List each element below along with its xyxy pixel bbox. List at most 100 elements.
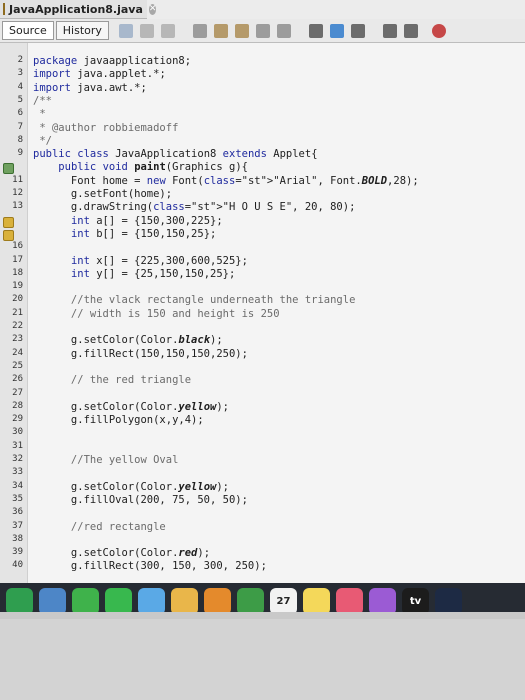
forward-icon[interactable] <box>160 23 175 38</box>
preview-icon[interactable] <box>39 587 66 612</box>
line-number: 23 <box>12 334 23 345</box>
line-number: 7 <box>17 121 23 132</box>
code-line[interactable]: //The yellow Oval <box>33 454 178 466</box>
find-icon[interactable] <box>192 23 207 38</box>
source-tab[interactable]: Source <box>2 21 54 40</box>
line-number: 18 <box>12 267 23 278</box>
line-number: 31 <box>12 440 23 451</box>
code-line[interactable]: g.fillRect(300, 150, 300, 250); <box>33 560 267 572</box>
toggle-highlight-icon[interactable] <box>255 23 270 38</box>
code-line[interactable]: import java.applet.*; <box>33 68 166 80</box>
code-line[interactable]: /** <box>33 95 52 107</box>
photos-icon[interactable] <box>171 587 198 612</box>
tv-icon[interactable]: tv <box>402 587 429 612</box>
calendar-icon[interactable]: 27 <box>270 587 297 612</box>
line-number: 37 <box>12 520 23 531</box>
line-number: 39 <box>12 547 23 558</box>
warning-annotation-icon[interactable] <box>3 229 14 241</box>
line-number: 22 <box>12 321 23 331</box>
facetime-icon[interactable] <box>72 587 99 612</box>
history-tab[interactable]: History <box>55 21 109 40</box>
code-line[interactable]: int a[] = {150,300,225}; <box>33 215 223 227</box>
netbeans-window: JavaApplication8.java ✕ Source History 2… <box>0 0 525 612</box>
chrome-icon[interactable] <box>6 587 33 612</box>
line-number: 33 <box>12 467 23 478</box>
numbers-icon[interactable] <box>237 587 264 612</box>
find-next-icon[interactable] <box>234 23 249 38</box>
code-line[interactable]: //the vlack rectangle underneath the tri… <box>33 294 355 306</box>
code-line[interactable]: Font home = new Font(class="st">"Arial",… <box>33 175 419 187</box>
shift-left-icon[interactable] <box>382 23 397 38</box>
code-line[interactable]: * <box>33 108 45 120</box>
music-icon[interactable] <box>336 587 363 612</box>
code-line[interactable]: g.fillPolygon(x,y,4); <box>33 414 204 426</box>
code-line[interactable]: g.setColor(Color.black); <box>33 334 223 346</box>
code-line[interactable]: int x[] = {225,300,600,525}; <box>33 255 248 267</box>
code-line[interactable]: * @author robbiemadoff <box>33 122 178 134</box>
code-line[interactable]: int y[] = {25,150,150,25}; <box>33 268 235 280</box>
code-line[interactable]: g.fillRect(150,150,150,250); <box>33 348 248 360</box>
warning-annotation-icon[interactable] <box>3 216 14 228</box>
line-number: 21 <box>12 307 23 318</box>
messages-icon[interactable] <box>105 587 132 612</box>
stocks-icon[interactable] <box>435 587 462 612</box>
code-line[interactable]: int b[] = {150,150,25}; <box>33 228 216 240</box>
line-number: 12 <box>12 188 23 198</box>
line-number: 5 <box>17 94 23 105</box>
code-line[interactable]: public class JavaApplication8 extends Ap… <box>33 148 318 160</box>
code-line[interactable]: public void paint(Graphics g){ <box>33 161 248 173</box>
line-number: 17 <box>12 254 23 265</box>
line-number: 35 <box>12 493 23 504</box>
line-number: 40 <box>12 560 23 571</box>
line-number: 29 <box>12 414 23 425</box>
podcasts-icon[interactable] <box>369 587 396 612</box>
code-editor[interactable]: 2 3 4 5 6 7 8 9 11 12 13 16 17 18 19 20 21 22 23 24 25 26 27 28… <box>0 43 525 583</box>
last-edit-icon[interactable] <box>118 23 133 38</box>
start-macro-icon[interactable] <box>431 23 446 38</box>
line-number: 38 <box>12 533 23 544</box>
code-line[interactable]: g.setFont(home); <box>33 188 172 200</box>
line-number: 2 <box>17 55 23 65</box>
dock: 27 tv <box>0 583 525 612</box>
toggle-rect-select-icon[interactable] <box>276 23 291 38</box>
code-line[interactable]: //red rectangle <box>33 521 166 533</box>
code-line[interactable]: import java.awt.*; <box>33 82 147 94</box>
find-previous-icon[interactable] <box>213 23 228 38</box>
close-icon[interactable]: ✕ <box>148 3 157 15</box>
code-line[interactable]: g.fillOval(200, 75, 50, 50); <box>33 494 248 506</box>
back-icon[interactable] <box>139 23 154 38</box>
pages-icon[interactable] <box>204 587 231 612</box>
code-line[interactable]: g.setColor(Color.yellow); <box>33 401 229 413</box>
code-line[interactable]: g.setColor(Color.red); <box>33 547 210 559</box>
history-tab-label: History <box>62 24 102 37</box>
code-line[interactable]: */ <box>33 135 52 147</box>
java-file-icon <box>3 3 5 15</box>
code-line[interactable]: // the red triangle <box>33 374 191 386</box>
code-line[interactable]: package javaapplication8; <box>33 55 191 67</box>
override-annotation-icon[interactable] <box>3 163 14 175</box>
prev-bookmark-icon[interactable] <box>308 23 323 38</box>
line-number: 20 <box>12 294 23 305</box>
code-line[interactable]: g.drawString(class="st">"H O U S E", 20,… <box>33 201 355 213</box>
line-number: 36 <box>12 507 23 518</box>
line-number: 9 <box>17 148 23 159</box>
code-line[interactable]: // width is 150 and height is 250 <box>33 308 280 320</box>
editor-toolbar: Source History <box>0 19 525 43</box>
next-bookmark-icon[interactable] <box>329 23 344 38</box>
finder-icon[interactable] <box>138 587 165 612</box>
source-tab-label: Source <box>9 24 47 37</box>
code-line[interactable]: g.setColor(Color.yellow); <box>33 481 229 493</box>
desk-surface <box>0 619 525 700</box>
line-number-gutter: 2 3 4 5 6 7 8 9 11 12 13 16 17 18 19 20 21 22 23 24 25 26 27 28… <box>0 43 28 583</box>
line-number: 34 <box>12 480 23 491</box>
line-number: 6 <box>17 108 23 119</box>
line-number: 8 <box>17 134 23 145</box>
line-number: 24 <box>12 347 23 358</box>
notes-icon[interactable] <box>303 587 330 612</box>
line-number: 27 <box>12 387 23 398</box>
shift-right-icon[interactable] <box>403 23 418 38</box>
toggle-bookmark-icon[interactable] <box>350 23 365 38</box>
file-tab[interactable]: JavaApplication8.java ✕ <box>0 0 157 19</box>
file-tab-label: JavaApplication8.java <box>9 2 143 16</box>
calendar-label: 27 <box>276 595 291 607</box>
